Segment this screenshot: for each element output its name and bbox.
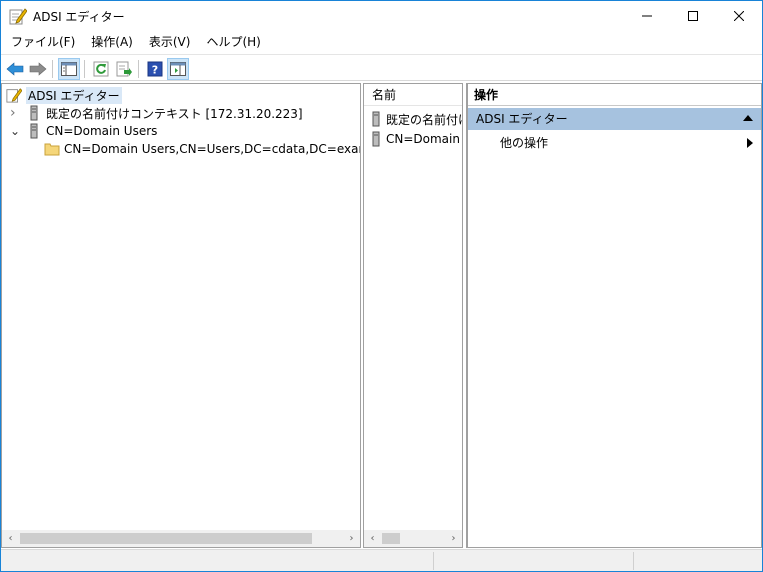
export-list-button[interactable] [113, 58, 135, 80]
app-window: ADSI エディター ファイル(F) 操作(A) 表示(V) ヘルプ(H) ? … [0, 0, 763, 572]
list-item[interactable]: 既定の名前付け [370, 110, 463, 128]
export-list-icon [116, 61, 132, 77]
tree-item-domain-users[interactable]: ⌄ CN=Domain Users [10, 122, 157, 140]
svg-text:?: ? [152, 64, 158, 77]
menu-view[interactable]: 表示(V) [141, 31, 199, 53]
tree-item-domain-users-dn[interactable]: CN=Domain Users,CN=Users,DC=cdata,DC=exa… [44, 140, 360, 158]
refresh-button[interactable] [90, 58, 112, 80]
actions-section-label: ADSI エディター [476, 112, 568, 126]
chevron-down-icon[interactable]: ⌄ [10, 125, 22, 137]
server-icon [372, 111, 380, 127]
actions-section-adsi-edit[interactable]: ADSI エディター [468, 108, 761, 130]
show-hide-tree-icon [61, 62, 77, 76]
tree-horizontal-scrollbar[interactable]: ‹ › [2, 530, 360, 547]
tree-root[interactable]: ADSI エディター [6, 86, 122, 104]
maximize-icon [688, 11, 698, 21]
show-hide-action-pane-button[interactable] [167, 58, 189, 80]
status-bar [1, 549, 762, 571]
menu-action[interactable]: 操作(A) [83, 31, 141, 53]
tree-item-label: CN=Domain Users [46, 124, 158, 138]
window-title: ADSI エディター [33, 10, 125, 24]
forward-button[interactable] [27, 58, 49, 80]
title-bar: ADSI エディター [1, 1, 762, 31]
actions-pane: 操作 ADSI エディター 他の操作 [466, 83, 762, 548]
server-icon [30, 105, 38, 121]
list-pane: 名前 既定の名前付け CN=Domain U ‹ › [363, 83, 463, 548]
action-more-actions-label: 他の操作 [500, 136, 549, 150]
close-button[interactable] [716, 1, 762, 31]
list-item-label: CN=Domain U [386, 132, 462, 146]
scroll-thumb[interactable] [20, 533, 312, 544]
chevron-right-icon[interactable]: › [10, 105, 22, 121]
tree-item-label: 既定の名前付けコンテキスト [172.31.20.223] [46, 106, 303, 121]
back-button[interactable] [4, 58, 26, 80]
tree-item-default-context[interactable]: › 既定の名前付けコンテキスト [172.31.20.223] [10, 104, 303, 122]
help-button[interactable]: ? [144, 58, 166, 80]
show-hide-tree-button[interactable] [58, 58, 80, 80]
tree-pane: ADSI エディター › 既定の名前付けコンテキスト [172.31.20.22… [1, 83, 361, 548]
actions-header: 操作 [468, 84, 761, 106]
scroll-left-icon[interactable]: ‹ [2, 530, 19, 547]
show-hide-action-pane-icon [170, 62, 186, 76]
adsi-edit-icon [6, 88, 22, 103]
menu-file[interactable]: ファイル(F) [1, 31, 83, 53]
list-item[interactable]: CN=Domain U [370, 130, 462, 148]
minimize-button[interactable] [624, 1, 670, 31]
forward-icon [29, 62, 47, 76]
close-icon [734, 11, 744, 21]
help-icon: ? [147, 61, 163, 77]
status-segment [633, 552, 760, 570]
menu-help[interactable]: ヘルプ(H) [198, 31, 268, 53]
server-icon [372, 131, 380, 147]
menu-bar: ファイル(F) 操作(A) 表示(V) ヘルプ(H) [1, 31, 762, 53]
scroll-right-icon[interactable]: › [343, 530, 360, 547]
refresh-icon [93, 61, 109, 77]
status-segment [433, 552, 633, 570]
folder-icon [44, 143, 60, 156]
column-header-name[interactable]: 名前 [364, 84, 462, 106]
tree-root-label: ADSI エディター [26, 86, 122, 104]
back-icon [6, 62, 24, 76]
adsi-edit-icon [9, 8, 27, 25]
tree-item-label: CN=Domain Users,CN=Users,DC=cdata,DC=exa… [64, 142, 360, 156]
scroll-right-icon[interactable]: › [445, 530, 462, 547]
server-icon [30, 123, 38, 139]
submenu-arrow-icon [747, 138, 753, 148]
collapse-up-icon[interactable] [743, 115, 753, 121]
scroll-thumb[interactable] [382, 533, 400, 544]
minimize-icon [642, 15, 652, 17]
scroll-left-icon[interactable]: ‹ [364, 530, 381, 547]
maximize-button[interactable] [670, 1, 716, 31]
action-more-actions[interactable]: 他の操作 [468, 132, 761, 154]
list-item-label: 既定の名前付け [386, 112, 463, 127]
toolbar: ? [1, 54, 762, 81]
list-horizontal-scrollbar[interactable]: ‹ › [364, 530, 462, 547]
